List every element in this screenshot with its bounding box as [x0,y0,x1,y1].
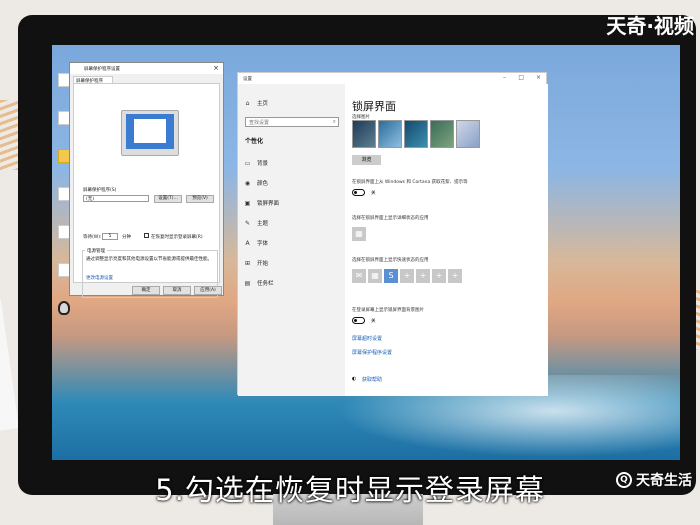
quick-apps-label: 选择在锁屏界面上显示快速状态的应用 [352,258,429,263]
sidebar-item-label: 背景 [257,161,269,167]
lock-screen-icon: ▣ [244,199,251,207]
sidebar-item-label: 主题 [257,221,269,227]
sidebar-item-taskbar[interactable]: ▤ 任务栏 [244,279,274,288]
sidebar-item-start[interactable]: ⊞ 开始 [244,259,269,268]
brand-watermark: Q 天奇生活 [616,470,692,490]
wait-unit: 分钟 [122,235,131,240]
add-app-tile[interactable]: + [416,269,430,283]
dialog-title: 屏幕保护程序设置 [84,67,120,72]
sidebar-section-heading: 个性化 [245,138,264,145]
settings-title: 设置 [243,77,252,82]
cancel-button[interactable]: 取消 [163,286,191,295]
taskbar-icon: ▤ [244,279,251,287]
power-desc: 通过调整显示亮度和其他电源设置以节省能源或提供最佳性能。 [86,257,212,262]
sidebar-item-background[interactable]: ▭ 背景 [244,159,269,168]
signin-bg-toggle[interactable] [352,317,365,324]
sidebar-item-label: 主页 [257,101,269,107]
change-power-link[interactable]: 更改电源设置 [86,275,113,281]
dialog-titlebar: 屏幕保护程序设置 × [70,63,223,74]
wait-label: 等待(W): [83,235,102,240]
picture-thumbnails [352,120,480,148]
step-subtitle: 5.勾选在恢复时显示登录屏幕 [155,473,545,507]
screensaver-label: 屏幕保护程序(S) [83,188,117,193]
search-icon[interactable]: ⌕ [333,118,336,126]
top-watermark: 天奇·视频 [606,14,694,38]
dialog-panel: 屏幕保护程序(S) (无) 设置(T)... 预览(V) 等待(W): 5 分钟… [73,83,220,298]
close-icon[interactable]: × [536,74,541,81]
thumbnail[interactable] [404,120,428,148]
sidebar-item-lockscreen[interactable]: ▣ 锁屏界面 [244,199,280,208]
sidebar-item-colors[interactable]: ◉ 颜色 [244,179,269,188]
page-title: 锁屏界面 [352,100,396,113]
detail-app-label: 选择在锁屏界面上显示详细状态的应用 [352,216,429,221]
thumbnail[interactable] [352,120,376,148]
preview-button[interactable]: 预览(V) [186,195,214,203]
toggle-knob [354,191,357,194]
settings-button[interactable]: 设置(T)... [154,195,182,203]
brand-logo-icon: Q [616,472,632,488]
thumbnail[interactable] [378,120,402,148]
add-app-tile[interactable]: + [432,269,446,283]
toggle-knob [354,319,357,322]
brand-text: 天奇生活 [636,473,692,489]
thumbnail[interactable] [456,120,480,148]
minimize-icon[interactable]: – [503,74,506,81]
paper-sheet [0,299,19,431]
close-icon[interactable]: × [213,64,219,72]
sidebar-item-label: 任务栏 [257,281,274,287]
picture-icon: ▭ [244,159,251,167]
sidebar-item-home[interactable]: ⌂ 主页 [244,99,269,108]
signin-bg-label: 在登录屏幕上显示锁屏界面背景图片 [352,308,424,313]
preview-window [134,119,166,143]
settings-titlebar: 设置 – □ × [238,73,546,84]
font-icon: A [245,239,250,247]
info-toggle-state: 关 [371,191,376,196]
help-link[interactable]: 获取帮助 [362,376,382,383]
apply-button[interactable]: 应用(A) [194,286,222,295]
show-info-label: 在锁屏界面上从 Windows 和 Cortana 获取花絮、提示等 [352,180,468,185]
sidebar-item-label: 颜色 [257,181,269,187]
screensaver-settings-dialog: 屏幕保护程序设置 × 屏幕保护程序 屏幕保护程序(S) (无) 设置(T)...… [69,62,224,298]
skype-app-tile[interactable]: S [384,269,398,283]
screensaver-select-value: (无) [86,197,95,202]
search-placeholder: 查找设置 [249,120,270,126]
screensaver-select[interactable]: (无) [83,195,149,202]
resume-checkbox[interactable] [144,233,149,238]
thumbnail[interactable] [430,120,454,148]
ok-button[interactable]: 确定 [132,286,160,295]
qq-penguin-icon[interactable] [58,301,70,315]
screensaver-settings-link[interactable]: 屏幕保护程序设置 [352,349,392,356]
sidebar-item-themes[interactable]: ✎ 主题 [244,219,269,228]
mail-app-tile[interactable]: ✉ [352,269,366,283]
calendar-app-tile[interactable]: ▦ [352,227,366,241]
home-icon: ⌂ [245,99,250,107]
settings-search-input[interactable]: 查找设置 ⌕ [245,117,339,127]
screen-timeout-link[interactable]: 屏幕超时设置 [352,335,382,342]
preview-monitor [121,110,179,156]
browse-button[interactable]: 浏览 [352,155,381,165]
settings-main: 锁屏界面 选择图片 浏览 在锁屏界面上从 Windows 和 Cortana 获… [345,84,548,396]
add-app-tile[interactable]: + [400,269,414,283]
maximize-icon[interactable]: □ [518,74,524,81]
sidebar-item-label: 开始 [257,261,269,267]
info-toggle[interactable] [352,189,365,196]
palette-icon: ◉ [244,179,251,187]
wait-spinner[interactable]: 5 [102,233,118,240]
signin-bg-toggle-state: 关 [371,319,376,324]
settings-sidebar: ⌂ 主页 查找设置 ⌕ 个性化 ▭ 背景 ◉ 颜色 ▣ 锁屏界面 ✎ 主题 A … [238,84,345,396]
start-icon: ⊞ [244,259,251,267]
add-app-tile[interactable]: + [448,269,462,283]
sidebar-item-fonts[interactable]: A 字体 [244,239,269,248]
resume-checkbox-label: 在恢复时显示登录屏幕(R) [151,235,203,240]
brush-icon: ✎ [244,219,251,227]
sidebar-item-label: 字体 [257,241,269,247]
settings-window: 设置 – □ × ⌂ 主页 查找设置 ⌕ 个性化 ▭ 背景 ◉ 颜色 ▣ 锁屏界… [237,72,548,396]
preview-screen [126,114,174,149]
calendar-app-tile[interactable]: ▦ [368,269,382,283]
help-icon: ◐ [352,376,357,382]
power-group-title: 电源管理 [85,248,107,254]
sidebar-item-label: 锁屏界面 [257,201,280,207]
